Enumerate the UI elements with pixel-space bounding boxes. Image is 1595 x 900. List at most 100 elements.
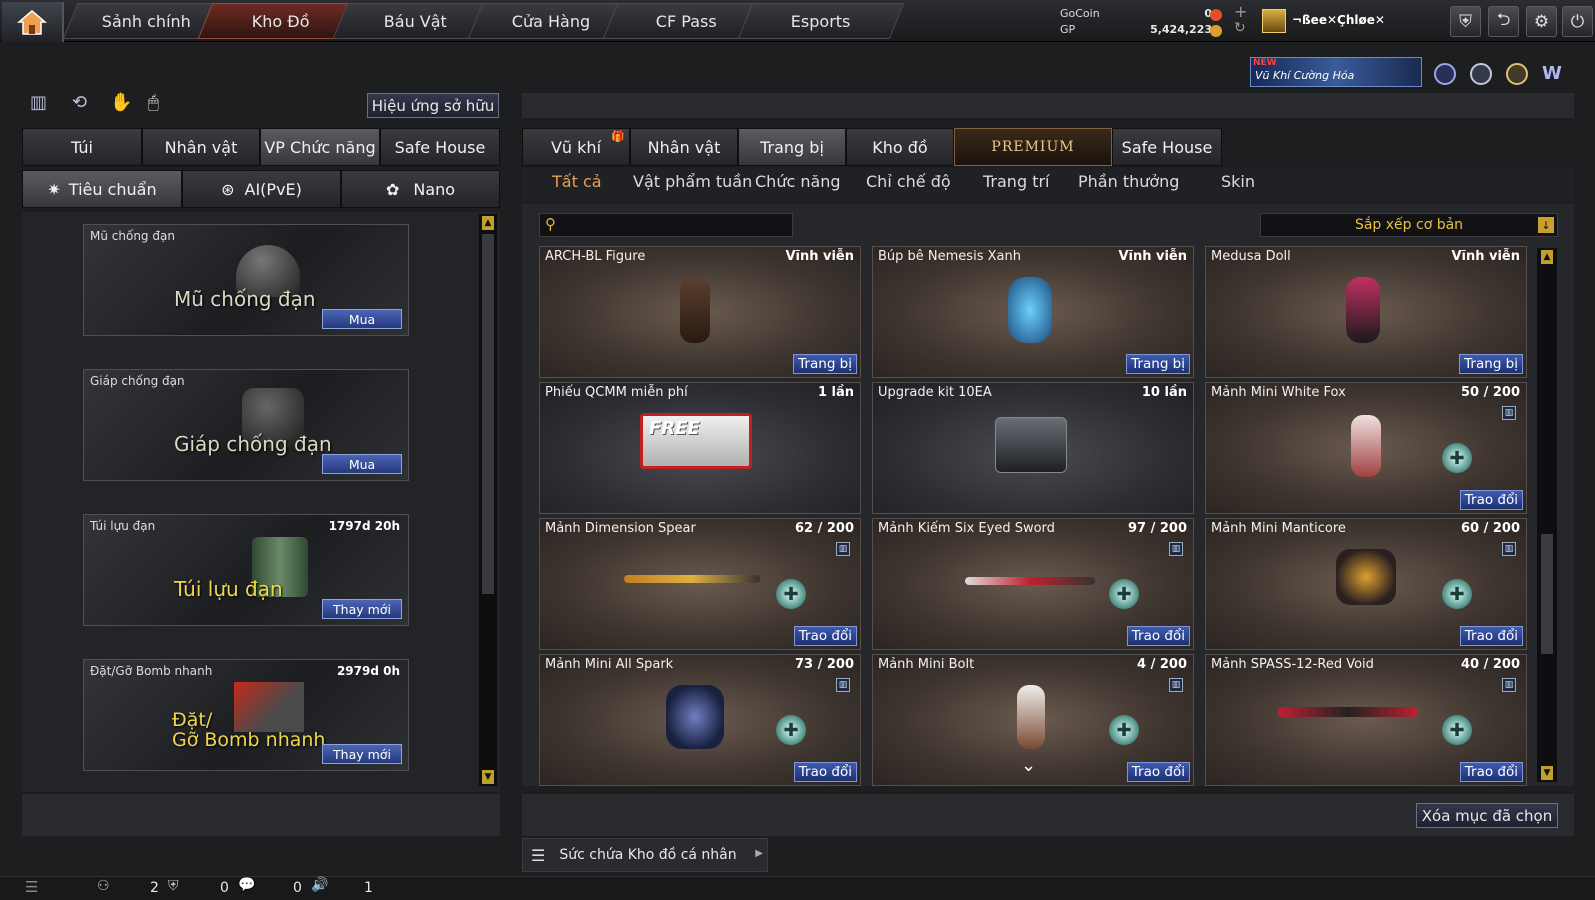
- mouse-icon[interactable]: 🖱: [148, 92, 170, 114]
- puzzle-piece-icon: ✚: [1109, 579, 1139, 609]
- tab-functional-items[interactable]: VP Chức năng: [260, 128, 380, 166]
- trash-icon[interactable]: ▥: [1502, 542, 1516, 556]
- item-card[interactable]: Mảnh Dimension Spear 62 / 200 ▥ ✚ Trao đổ…: [539, 518, 861, 650]
- exit-room-button[interactable]: ⮌: [1488, 6, 1519, 37]
- event-icon-1[interactable]: [1434, 63, 1456, 85]
- capacity-button[interactable]: ☰ Sức chứa Kho đồ cá nhân ▶: [522, 838, 768, 872]
- menu-icon[interactable]: ☰: [25, 878, 38, 896]
- nav-tab-esports[interactable]: Esports: [737, 3, 905, 39]
- tab-premium[interactable]: PREMIUM: [954, 128, 1112, 166]
- left-card-helmet[interactable]: Mũ chống đạn Mũ chống đạn Mua: [83, 224, 409, 336]
- tab-character[interactable]: Nhân vật: [630, 128, 738, 166]
- tab-bag[interactable]: Túi: [22, 128, 142, 166]
- exchange-button[interactable]: Trao đổi: [1459, 762, 1523, 782]
- trash-icon[interactable]: ▥: [836, 542, 850, 556]
- power-button[interactable]: ⏻: [1562, 6, 1593, 37]
- sort-dropdown[interactable]: Sắp xếp cơ bản ↓: [1260, 213, 1558, 237]
- item-card[interactable]: Phiếu QCMM miễn phí 1 lần FREE: [539, 382, 861, 514]
- ranking-icon[interactable]: ▥: [30, 92, 52, 114]
- subtab-functional[interactable]: Chức năng: [755, 172, 841, 191]
- speaker-icon[interactable]: 🔊: [311, 877, 328, 893]
- exchange-button[interactable]: Trao đổi: [1459, 490, 1523, 510]
- subtab-ai-pve[interactable]: ⊛ AI(PvE): [182, 170, 341, 208]
- friends-icon[interactable]: ⚇: [97, 878, 110, 894]
- subtab-mode-only[interactable]: Chỉ chế độ: [866, 172, 951, 191]
- event-icon-3[interactable]: [1506, 63, 1528, 85]
- item-card[interactable]: Mảnh Mini Bolt 4 / 200 ▥ ⌄ ✚ Trao đổi: [872, 654, 1194, 786]
- tab-character[interactable]: Nhân vật: [142, 128, 260, 166]
- exchange-button[interactable]: Trao đổi: [1126, 762, 1190, 782]
- item-card[interactable]: Mảnh Mini Manticore 60 / 200 ▥ ✚ Trao đổi: [1205, 518, 1527, 650]
- tab-weapons[interactable]: Vũ khí 🎁: [522, 128, 630, 166]
- delete-selected-button[interactable]: Xóa mục đã chọn: [1416, 803, 1558, 828]
- event-icon-2[interactable]: [1470, 63, 1492, 85]
- left-card-quick-bomb[interactable]: Đặt/Gỡ Bomb nhanh 2979d 0h Đặt/Gỡ Bomb n…: [83, 659, 409, 771]
- exchange-button[interactable]: Trao đổi: [1126, 626, 1190, 646]
- chevron-down-icon[interactable]: ⌄: [1021, 755, 1036, 776]
- subtab-weekly[interactable]: Vật phẩm tuần: [633, 172, 752, 191]
- tab-safe-house[interactable]: Safe House: [1112, 128, 1222, 166]
- settings-button[interactable]: ⚙: [1526, 6, 1557, 37]
- history-icon[interactable]: ⟲: [72, 92, 94, 114]
- scroll-down-icon[interactable]: ▼: [482, 770, 494, 784]
- scroll-up-icon[interactable]: ▲: [482, 216, 494, 230]
- trash-icon[interactable]: ▥: [836, 678, 850, 692]
- subtab-skin[interactable]: Skin: [1221, 172, 1255, 191]
- tab-storage[interactable]: Kho đồ: [846, 128, 954, 166]
- owned-effects-button[interactable]: Hiệu ứng sở hữu: [367, 93, 499, 118]
- refresh-icon[interactable]: ↻: [1234, 20, 1246, 36]
- chevron-down-icon[interactable]: ↓: [1538, 217, 1554, 233]
- scroll-thumb[interactable]: [482, 234, 494, 594]
- home-button[interactable]: [2, 2, 64, 42]
- trash-icon[interactable]: ▥: [1169, 542, 1183, 556]
- character-icon[interactable]: ✋: [110, 92, 132, 114]
- subtab-decoration[interactable]: Trang trí: [983, 172, 1049, 191]
- item-card[interactable]: Búp bê Nemesis Xanh Vĩnh viễn Trang bị: [872, 246, 1194, 378]
- chat-icon[interactable]: 💬: [238, 877, 255, 893]
- item-card[interactable]: Medusa Doll Vĩnh viễn Trang bị: [1205, 246, 1527, 378]
- item-card[interactable]: Mảnh Kiếm Six Eyed Sword 97 / 200 ▥ ✚ Tra…: [872, 518, 1194, 650]
- equip-button[interactable]: Trang bị: [1126, 354, 1190, 374]
- equip-button[interactable]: Trang bị: [1459, 354, 1523, 374]
- scroll-up-icon[interactable]: ▲: [1541, 250, 1553, 264]
- buy-button[interactable]: Mua: [322, 309, 402, 329]
- promo-banner[interactable]: NEW Vũ Khí Cường Hóa: [1250, 57, 1422, 87]
- trash-icon[interactable]: ▥: [1502, 678, 1516, 692]
- trash-icon[interactable]: ▥: [1169, 678, 1183, 692]
- renew-button[interactable]: Thay mới: [322, 744, 402, 764]
- event-icon-4[interactable]: W: [1542, 63, 1566, 85]
- item-card[interactable]: Mảnh Mini White Fox 50 / 200 ▥ ✚ Trao đổi: [1205, 382, 1527, 514]
- subtab-all[interactable]: Tất cả: [552, 172, 602, 191]
- scroll-down-icon[interactable]: ▼: [1541, 766, 1553, 780]
- add-coin-icon[interactable]: +: [1234, 2, 1247, 21]
- item-card[interactable]: Upgrade kit 10EA 10 lần: [872, 382, 1194, 514]
- item-card[interactable]: Mảnh Mini All Spark 73 / 200 ▥ ✚ Trao đổi: [539, 654, 861, 786]
- exchange-button[interactable]: Trao đổi: [793, 762, 857, 782]
- trash-icon[interactable]: ▥: [1502, 406, 1516, 420]
- shield-button[interactable]: ⛨: [1450, 6, 1481, 37]
- equip-button[interactable]: Trang bị: [793, 354, 857, 374]
- left-card-armor[interactable]: Giáp chống đạn Giáp chống đạn Mua: [83, 369, 409, 481]
- tab-safe-house[interactable]: Safe House: [380, 128, 500, 166]
- search-input[interactable]: [566, 216, 786, 234]
- shield-icon[interactable]: ⛨: [168, 878, 179, 894]
- puzzle-piece-icon: ✚: [776, 715, 806, 745]
- card-big-label: Mũ chống đạn: [174, 287, 316, 311]
- buy-button[interactable]: Mua: [322, 454, 402, 474]
- right-scrollbar[interactable]: ▲ ▼: [1537, 248, 1557, 782]
- subtab-nano[interactable]: ✿ Nano: [341, 170, 500, 208]
- search-field[interactable]: ⚲: [539, 213, 793, 237]
- item-card[interactable]: ARCH-BL Figure Vĩnh viễn Trang bị: [539, 246, 861, 378]
- left-scrollbar[interactable]: ▲ ▼: [479, 214, 497, 786]
- exchange-button[interactable]: Trao đổi: [793, 626, 857, 646]
- scroll-thumb[interactable]: [1541, 534, 1553, 654]
- subtab-rewards[interactable]: Phần thưởng: [1078, 172, 1179, 191]
- left-card-grenade-bag[interactable]: Túi lựu đạn 1797d 20h Túi lựu đạn Thay m…: [83, 514, 409, 626]
- renew-button[interactable]: Thay mới: [322, 599, 402, 619]
- user-name[interactable]: ¬ßee✕Çhløe✕: [1292, 13, 1385, 27]
- tab-equipment[interactable]: Trang bị: [738, 128, 846, 166]
- item-qty: Vĩnh viễn: [1451, 249, 1520, 264]
- item-card[interactable]: Mảnh SPASS-12-Red Void 40 / 200 ▥ ✚ Trao …: [1205, 654, 1527, 786]
- subtab-standard[interactable]: ✷ Tiêu chuẩn: [22, 170, 182, 208]
- exchange-button[interactable]: Trao đổi: [1459, 626, 1523, 646]
